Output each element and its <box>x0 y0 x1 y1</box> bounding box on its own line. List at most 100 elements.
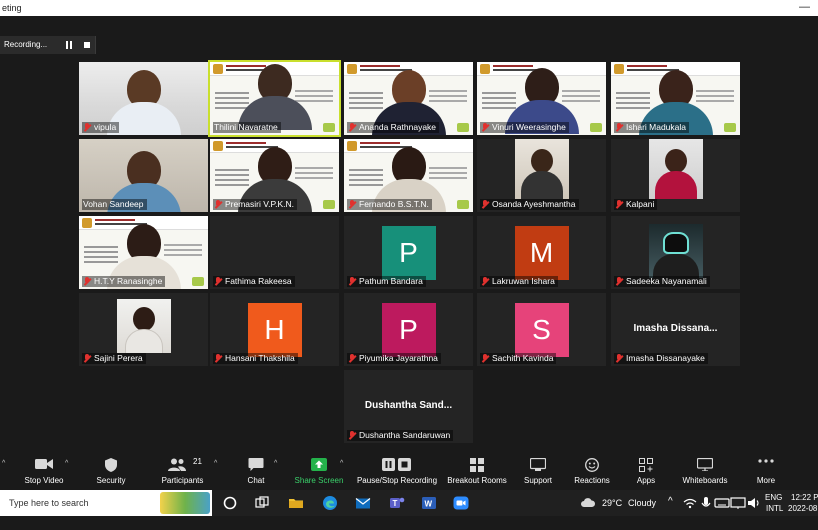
participant-tile[interactable]: H Hansani Thakshila <box>210 293 339 366</box>
pause-recording-icon[interactable] <box>66 41 73 49</box>
participant-name: Fathima Rakeesa <box>225 276 292 286</box>
teams-icon[interactable]: T <box>389 495 405 511</box>
chevron-up-icon[interactable]: ^ <box>340 460 343 467</box>
stop-video-label: Stop Video <box>24 476 64 485</box>
chevron-up-icon[interactable]: ^ <box>65 460 68 467</box>
taskbar-search-box[interactable]: Type here to search <box>0 490 212 516</box>
support-label: Support <box>523 476 553 485</box>
participant-tile[interactable]: Vohan Sandeep <box>79 139 208 212</box>
participant-tile[interactable]: Sadeeka Nayanamali <box>611 216 740 289</box>
muted-mic-icon <box>348 123 356 132</box>
participant-name: Sachith Kavinda <box>492 353 554 363</box>
security-button[interactable]: Security <box>88 454 134 490</box>
display-icon[interactable] <box>730 495 746 511</box>
muted-mic-icon <box>83 354 91 363</box>
participant-name: Pathum Bandara <box>359 276 423 286</box>
weather-desc[interactable]: Cloudy <box>628 498 656 524</box>
more-button[interactable]: More <box>748 454 784 490</box>
muted-mic-icon <box>214 354 222 363</box>
muted-mic-icon <box>615 277 623 286</box>
file-explorer-icon[interactable] <box>288 495 304 511</box>
zoom-app-icon[interactable] <box>453 495 469 511</box>
participant-video <box>648 139 703 199</box>
edge-browser-icon[interactable] <box>322 495 338 511</box>
svg-text:W: W <box>425 500 433 509</box>
chevron-up-icon[interactable]: ^ <box>668 496 673 522</box>
participant-tile[interactable]: Fernando B.S.T.N. <box>344 139 473 212</box>
participant-name: Fernando B.S.T.N. <box>359 199 429 209</box>
recording-indicator: Recording... <box>0 36 96 54</box>
participant-avatar: P <box>381 226 436 280</box>
participant-display-name: Dushantha Sand... <box>364 400 453 411</box>
participant-tile[interactable]: M Lakruwan Ishara <box>477 216 606 289</box>
participant-name: Imasha Dissanayake <box>626 353 705 363</box>
participant-tile[interactable]: Dushantha Sand... Dushantha Sandaruwan <box>344 370 473 443</box>
chevron-up-icon[interactable]: ^ <box>274 460 277 467</box>
stop-video-button[interactable]: Stop Video <box>18 454 70 490</box>
network-icon[interactable] <box>682 495 698 511</box>
participant-tile-active-speaker[interactable]: Thilini Navaratne <box>208 60 341 137</box>
participant-tile[interactable]: Imasha Dissana... Imasha Dissanayake <box>611 293 740 366</box>
participant-tile[interactable]: Kalpani <box>611 139 740 212</box>
participant-avatar: M <box>514 226 569 280</box>
participant-tile[interactable]: Premasiri V.P.K.N. <box>210 139 339 212</box>
participant-tile[interactable]: Ananda Rathnayake <box>344 62 473 135</box>
svg-text:T: T <box>393 499 398 508</box>
participant-tile[interactable]: H.T.Y Ranasinghe <box>79 216 208 289</box>
stop-recording-icon[interactable] <box>84 42 90 48</box>
participant-name: vipula <box>94 122 117 132</box>
participant-name: Sajini Perera <box>94 353 143 363</box>
participant-name: Ishari Madukala <box>626 122 687 132</box>
shield-icon <box>105 458 117 472</box>
weather-temp[interactable]: 29°C <box>602 498 622 524</box>
chevron-up-icon[interactable]: ^ <box>214 460 217 467</box>
smiley-icon <box>585 458 599 472</box>
window-title: eting <box>2 3 22 13</box>
weather-cloud-icon[interactable] <box>580 495 596 511</box>
participant-name: Piyumika Jayarathna <box>359 353 438 363</box>
participants-count: 21 <box>193 457 202 466</box>
participant-video <box>116 299 171 353</box>
mail-icon[interactable] <box>355 495 371 511</box>
participant-video <box>237 64 312 130</box>
taskbar-search-placeholder: Type here to search <box>9 498 89 508</box>
share-screen-button[interactable]: Share Screen <box>292 454 346 490</box>
participant-name: Lakruwan Ishara <box>492 276 555 286</box>
participant-tile[interactable]: Sajini Perera <box>79 293 208 366</box>
participant-tile[interactable]: S Sachith Kavinda <box>477 293 606 366</box>
chat-bubble-icon <box>248 458 264 471</box>
participant-name: Ananda Rathnayake <box>359 122 437 132</box>
participant-tile[interactable]: P Piyumika Jayarathna <box>344 293 473 366</box>
participant-tile[interactable]: P Pathum Bandara <box>344 216 473 289</box>
volume-icon[interactable] <box>746 495 762 511</box>
apps-button[interactable]: Apps <box>628 454 664 490</box>
muted-mic-icon <box>481 200 489 209</box>
windows-taskbar: Type here to search T W 29°C Cloudy ^ EN… <box>0 490 818 516</box>
support-button[interactable]: Support <box>518 454 558 490</box>
breakout-rooms-button[interactable]: Breakout Rooms <box>445 454 509 490</box>
participant-tile[interactable]: vipula <box>79 62 208 135</box>
word-icon[interactable]: W <box>421 495 437 511</box>
reactions-button[interactable]: Reactions <box>570 454 614 490</box>
keyboard-layout[interactable]: INTL <box>766 504 783 530</box>
participant-tile[interactable]: Fathima Rakeesa <box>210 216 339 289</box>
microphone-icon[interactable] <box>698 495 714 511</box>
participant-tile[interactable]: Ishari Madukala <box>611 62 740 135</box>
chat-button[interactable]: Chat <box>236 454 276 490</box>
chevron-up-icon[interactable]: ^ <box>2 460 5 467</box>
muted-mic-icon <box>481 277 489 286</box>
participant-tile[interactable]: Osanda Ayeshmantha <box>477 139 606 212</box>
participant-avatar: H <box>247 303 302 357</box>
clock-date[interactable]: 2022-08 <box>788 504 817 530</box>
share-screen-icon <box>311 458 327 471</box>
window-title-bar: eting — <box>0 0 818 16</box>
pause-stop-recording-button[interactable]: Pause/Stop Recording <box>355 454 439 490</box>
participants-button[interactable]: 21 Participants <box>155 454 210 490</box>
cortana-icon[interactable] <box>222 495 238 511</box>
minimize-button[interactable]: — <box>799 1 810 13</box>
keyboard-icon[interactable] <box>714 495 730 511</box>
whiteboards-button[interactable]: Whiteboards <box>676 454 734 490</box>
breakout-rooms-icon <box>470 458 484 472</box>
task-view-icon[interactable] <box>254 495 270 511</box>
participant-tile[interactable]: Vinuri Weerasinghe <box>477 62 606 135</box>
